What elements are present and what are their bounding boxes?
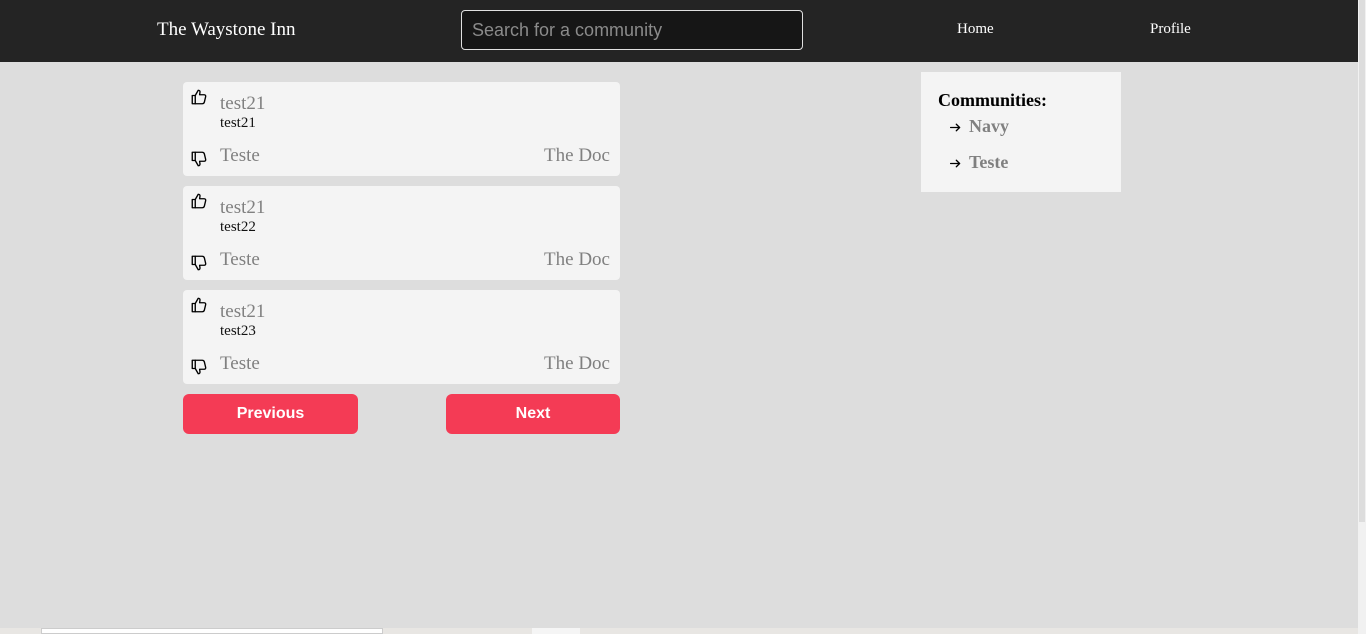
post-author: The Doc [544, 353, 610, 374]
post-card[interactable]: test21 test21 Teste The Doc [183, 82, 620, 176]
post-body: test22 [220, 219, 256, 235]
post-card[interactable]: test21 test22 Teste The Doc [183, 186, 620, 280]
post-community-link[interactable]: Teste [220, 145, 260, 167]
post-body: test23 [220, 323, 256, 339]
bottom-window-strip [0, 628, 1358, 634]
bottom-strip-block [41, 628, 383, 634]
post-community-link[interactable]: Teste [220, 249, 260, 271]
arrow-right-icon [949, 159, 961, 168]
community-search-input[interactable] [461, 10, 803, 50]
community-link-navy[interactable]: Navy [949, 116, 1009, 137]
bottom-strip-block [532, 628, 580, 634]
community-name[interactable]: Teste [969, 152, 1008, 173]
nav-home-link[interactable]: Home [957, 21, 994, 38]
thumbs-up-icon[interactable] [190, 88, 208, 106]
post-list: test21 test21 Teste The Doc test21 test2… [183, 82, 620, 394]
thumbs-down-icon[interactable] [190, 254, 208, 272]
brand-title[interactable]: The Waystone Inn [157, 19, 295, 41]
previous-page-button[interactable]: Previous [183, 394, 358, 434]
thumbs-up-icon[interactable] [190, 192, 208, 210]
arrow-right-icon [949, 123, 961, 132]
scrollbar-thumb[interactable] [1359, 0, 1365, 522]
post-title[interactable]: test21 [220, 197, 265, 219]
post-card[interactable]: test21 test23 Teste The Doc [183, 290, 620, 384]
thumbs-down-icon[interactable] [190, 358, 208, 376]
community-link-teste[interactable]: Teste [949, 152, 1008, 173]
thumbs-down-icon[interactable] [190, 150, 208, 168]
post-title[interactable]: test21 [220, 93, 265, 115]
post-author: The Doc [544, 249, 610, 270]
community-name[interactable]: Navy [969, 116, 1009, 137]
post-community-link[interactable]: Teste [220, 353, 260, 375]
thumbs-up-icon[interactable] [190, 296, 208, 314]
page-scrollbar[interactable] [1358, 0, 1366, 634]
sidebar-title: Communities: [938, 90, 1047, 110]
next-page-button[interactable]: Next [446, 394, 620, 434]
nav-profile-link[interactable]: Profile [1150, 21, 1191, 38]
top-navbar: The Waystone Inn Home Profile [0, 0, 1358, 62]
post-author: The Doc [544, 145, 610, 166]
post-body: test21 [220, 115, 256, 131]
communities-sidebar: Communities: Navy Teste [921, 72, 1121, 192]
post-title[interactable]: test21 [220, 301, 265, 323]
